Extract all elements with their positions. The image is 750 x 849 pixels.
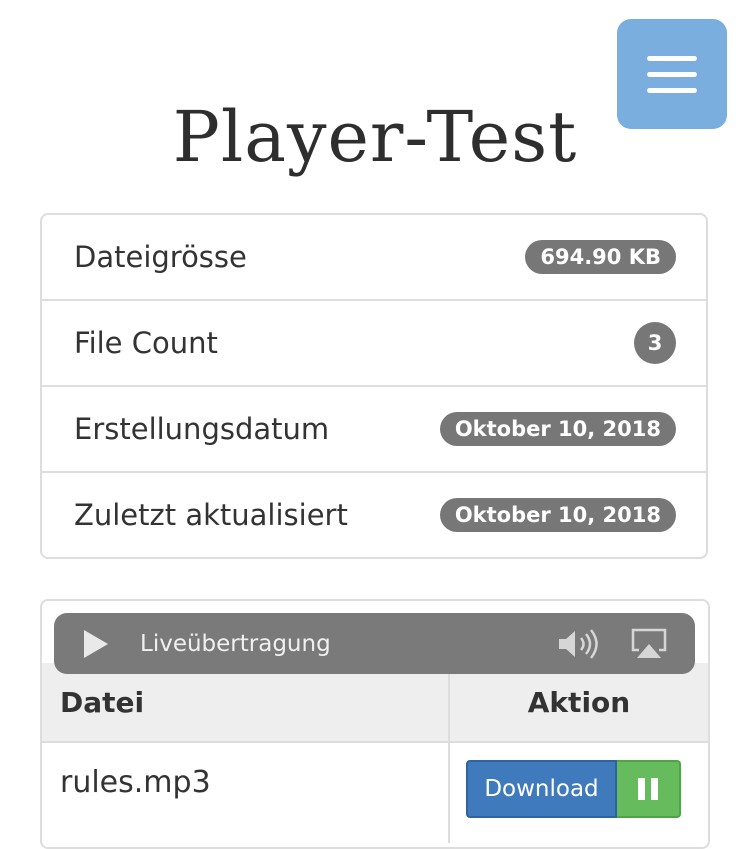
created-date-badge: Oktober 10, 2018 [439,412,676,446]
list-item-file-count: File Count 3 [42,301,706,387]
pause-button[interactable] [617,760,681,818]
airplay-icon[interactable] [631,628,667,660]
play-icon[interactable] [84,629,108,658]
column-header-file: Datei [42,663,450,741]
page-title: Player-Test [172,96,578,178]
pause-icon-bar [651,778,658,800]
list-item-file-size: Dateigrösse 694.90 KB [42,215,706,301]
table-row: rules.mp3 Download [42,743,708,843]
info-label: Erstellungsdatum [74,412,330,446]
info-list: Dateigrösse 694.90 KB File Count 3 Erste… [40,213,708,559]
list-item-created-date: Erstellungsdatum Oktober 10, 2018 [42,387,706,473]
file-name: rules.mp3 [42,743,450,843]
file-size-badge: 694.90 KB [525,240,676,274]
hamburger-icon [647,55,697,61]
hamburger-icon-bar [647,71,697,77]
download-button[interactable]: Download [466,760,617,818]
updated-date-badge: Oktober 10, 2018 [439,498,676,532]
info-label: Dateigrösse [74,240,247,274]
list-item-updated-date: Zuletzt aktualisiert Oktober 10, 2018 [42,473,706,557]
action-cell: Download [450,743,708,843]
pause-icon [638,778,645,800]
table-header: Datei Aktion [42,663,708,743]
audio-player: Liveübertragung [54,613,695,674]
volume-icon[interactable] [557,628,603,660]
player-status: Liveübertragung [140,630,331,657]
files-table: Datei Aktion rules.mp3 Download [42,663,708,843]
info-label: Zuletzt aktualisiert [74,498,348,532]
info-label: File Count [74,326,218,360]
file-count-badge: 3 [634,322,676,364]
column-header-action: Aktion [527,685,631,719]
